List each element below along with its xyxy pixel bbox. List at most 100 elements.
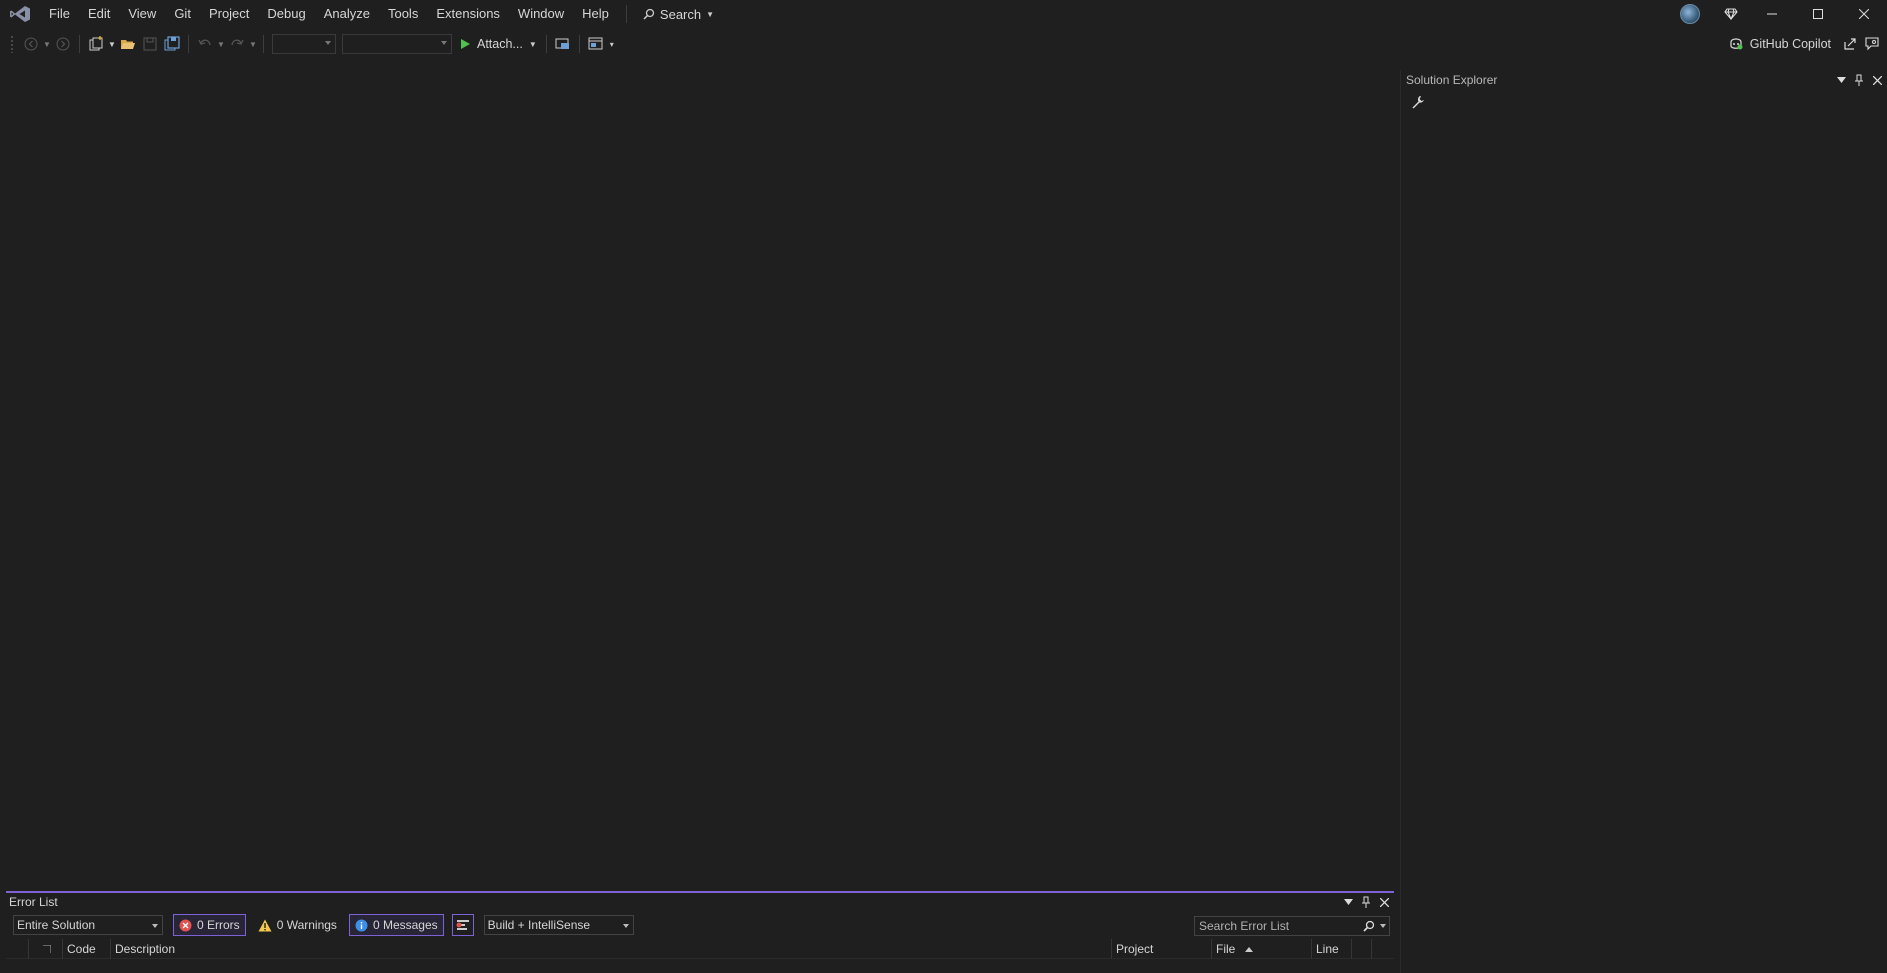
menu-help[interactable]: Help	[573, 0, 618, 28]
close-pane-button[interactable]	[1871, 74, 1883, 86]
column-header-project[interactable]: Project	[1111, 939, 1211, 959]
info-icon	[355, 919, 368, 931]
column-header-code[interactable]: Code	[62, 939, 112, 959]
menu-file[interactable]: File	[40, 0, 79, 28]
close-icon	[1859, 9, 1869, 19]
toolbar-overflow-icon[interactable]: ▾	[607, 33, 617, 55]
navigate-back-button[interactable]	[20, 33, 42, 55]
editor-area	[0, 62, 1396, 890]
solution-explorer-pane: Solution Explorer	[1400, 70, 1887, 973]
menu-window[interactable]: Window	[509, 0, 573, 28]
messages-filter-button[interactable]: 0 Messages	[348, 914, 444, 936]
chevron-down-icon[interactable]	[1380, 924, 1386, 928]
error-list-column-headers: Code Description Project File Line	[6, 939, 1394, 959]
chevron-down-icon: ▼	[706, 9, 715, 19]
sort-ascending-icon	[1244, 947, 1253, 953]
column-header-icon[interactable]	[28, 939, 64, 959]
menu-git[interactable]: Git	[165, 0, 200, 28]
search-icon	[643, 8, 655, 20]
pin-button[interactable]	[1853, 74, 1865, 86]
attach-label: Attach...	[477, 37, 523, 51]
close-window-button[interactable]	[1841, 0, 1887, 28]
chevron-down-icon[interactable]: ▼	[216, 33, 226, 55]
scope-dropdown[interactable]: Entire Solution	[13, 915, 163, 935]
account-button[interactable]	[1667, 0, 1713, 28]
menu-edit[interactable]: Edit	[79, 0, 119, 28]
browse-button[interactable]	[552, 33, 574, 55]
menu-analyze[interactable]: Analyze	[315, 0, 379, 28]
redo-icon	[231, 39, 244, 46]
chevron-down-icon[interactable]: ▼	[42, 33, 52, 55]
build-filter-dropdown[interactable]: Build + IntelliSense	[483, 915, 634, 935]
navigate-forward-button[interactable]	[52, 33, 74, 55]
window-controls	[1667, 0, 1887, 28]
filter-toggle-button[interactable]	[451, 914, 474, 936]
warning-icon	[258, 919, 272, 931]
solution-platform-dropdown[interactable]	[342, 34, 452, 54]
error-list-title: Error List	[9, 895, 58, 909]
open-file-button[interactable]	[117, 33, 139, 55]
menu-view[interactable]: View	[119, 0, 165, 28]
menu-project[interactable]: Project	[200, 0, 258, 28]
chevron-down-icon[interactable]: ▼	[107, 33, 117, 55]
chevron-down-icon[interactable]: ▼	[529, 40, 537, 49]
chevron-down-icon[interactable]: ▼	[248, 33, 258, 55]
column-header-line[interactable]: Line	[1311, 939, 1351, 959]
column-header-file-label: File	[1216, 942, 1236, 956]
column-header-description[interactable]: Description	[110, 939, 1120, 959]
minimize-button[interactable]	[1749, 0, 1795, 28]
warnings-filter-button[interactable]: 0 Warnings	[252, 914, 343, 936]
menu-tools[interactable]: Tools	[379, 0, 427, 28]
share-button[interactable]	[1839, 33, 1861, 55]
folder-browse-icon	[555, 38, 569, 49]
search-icon[interactable]	[1363, 919, 1375, 937]
github-copilot-label: GitHub Copilot	[1749, 37, 1831, 51]
github-copilot-button[interactable]: GitHub Copilot	[1720, 37, 1839, 51]
new-project-icon	[89, 36, 103, 51]
new-project-button[interactable]	[85, 33, 107, 55]
toolbar-separator	[545, 35, 547, 53]
column-header-extra[interactable]	[1351, 939, 1371, 959]
premium-button[interactable]	[1713, 0, 1749, 28]
redo-button[interactable]	[226, 33, 248, 55]
window-layout-button[interactable]	[585, 33, 607, 55]
toolbar-separator	[188, 35, 189, 53]
messages-count-label: 0 Messages	[372, 918, 438, 932]
maximize-icon	[1813, 9, 1823, 19]
menu-debug[interactable]: Debug	[258, 0, 314, 28]
solution-explorer-toolbar	[1401, 90, 1887, 114]
save-all-button[interactable]	[161, 33, 183, 55]
menu-extensions[interactable]: Extensions	[427, 0, 509, 28]
search-menu-button[interactable]: Search ▼	[635, 0, 722, 28]
properties-button[interactable]	[1407, 91, 1429, 113]
back-arrow-icon	[24, 37, 38, 51]
close-pane-button[interactable]	[1378, 896, 1390, 908]
avatar	[1680, 4, 1700, 24]
warnings-count-label: 0 Warnings	[276, 918, 337, 932]
feedback-icon	[1865, 37, 1879, 51]
standard-toolbar: ▼ ▼ ▼ ▼ Attach... ▼ ▾ GitHub Copilot	[0, 29, 1887, 59]
undo-button[interactable]	[194, 33, 216, 55]
build-filter-value: Build + IntelliSense	[487, 918, 591, 932]
save-button[interactable]	[139, 33, 161, 55]
share-icon	[1844, 38, 1856, 50]
toolbar-separator	[263, 35, 264, 53]
window-position-button[interactable]	[1342, 896, 1354, 908]
column-header-file[interactable]: File	[1211, 939, 1311, 959]
close-icon	[1379, 897, 1389, 907]
save-all-icon	[164, 36, 180, 51]
feedback-button[interactable]	[1861, 33, 1883, 55]
title-menu-bar: File Edit View Git Project Debug Analyze…	[0, 0, 1887, 28]
visual-studio-logo-icon	[0, 0, 40, 28]
window-position-button[interactable]	[1835, 74, 1847, 86]
search-error-list-input[interactable]: Search Error List	[1194, 916, 1390, 936]
toolbar-separator	[79, 35, 80, 53]
pin-button[interactable]	[1360, 896, 1372, 908]
errors-filter-button[interactable]: 0 Errors	[173, 914, 246, 936]
solution-configuration-dropdown[interactable]	[272, 34, 336, 54]
toolbar-grip[interactable]	[10, 35, 14, 53]
maximize-button[interactable]	[1795, 0, 1841, 28]
column-header-extra[interactable]	[1371, 939, 1391, 959]
solution-explorer-title: Solution Explorer	[1406, 73, 1498, 87]
attach-button[interactable]: Attach... ▼	[455, 33, 541, 55]
